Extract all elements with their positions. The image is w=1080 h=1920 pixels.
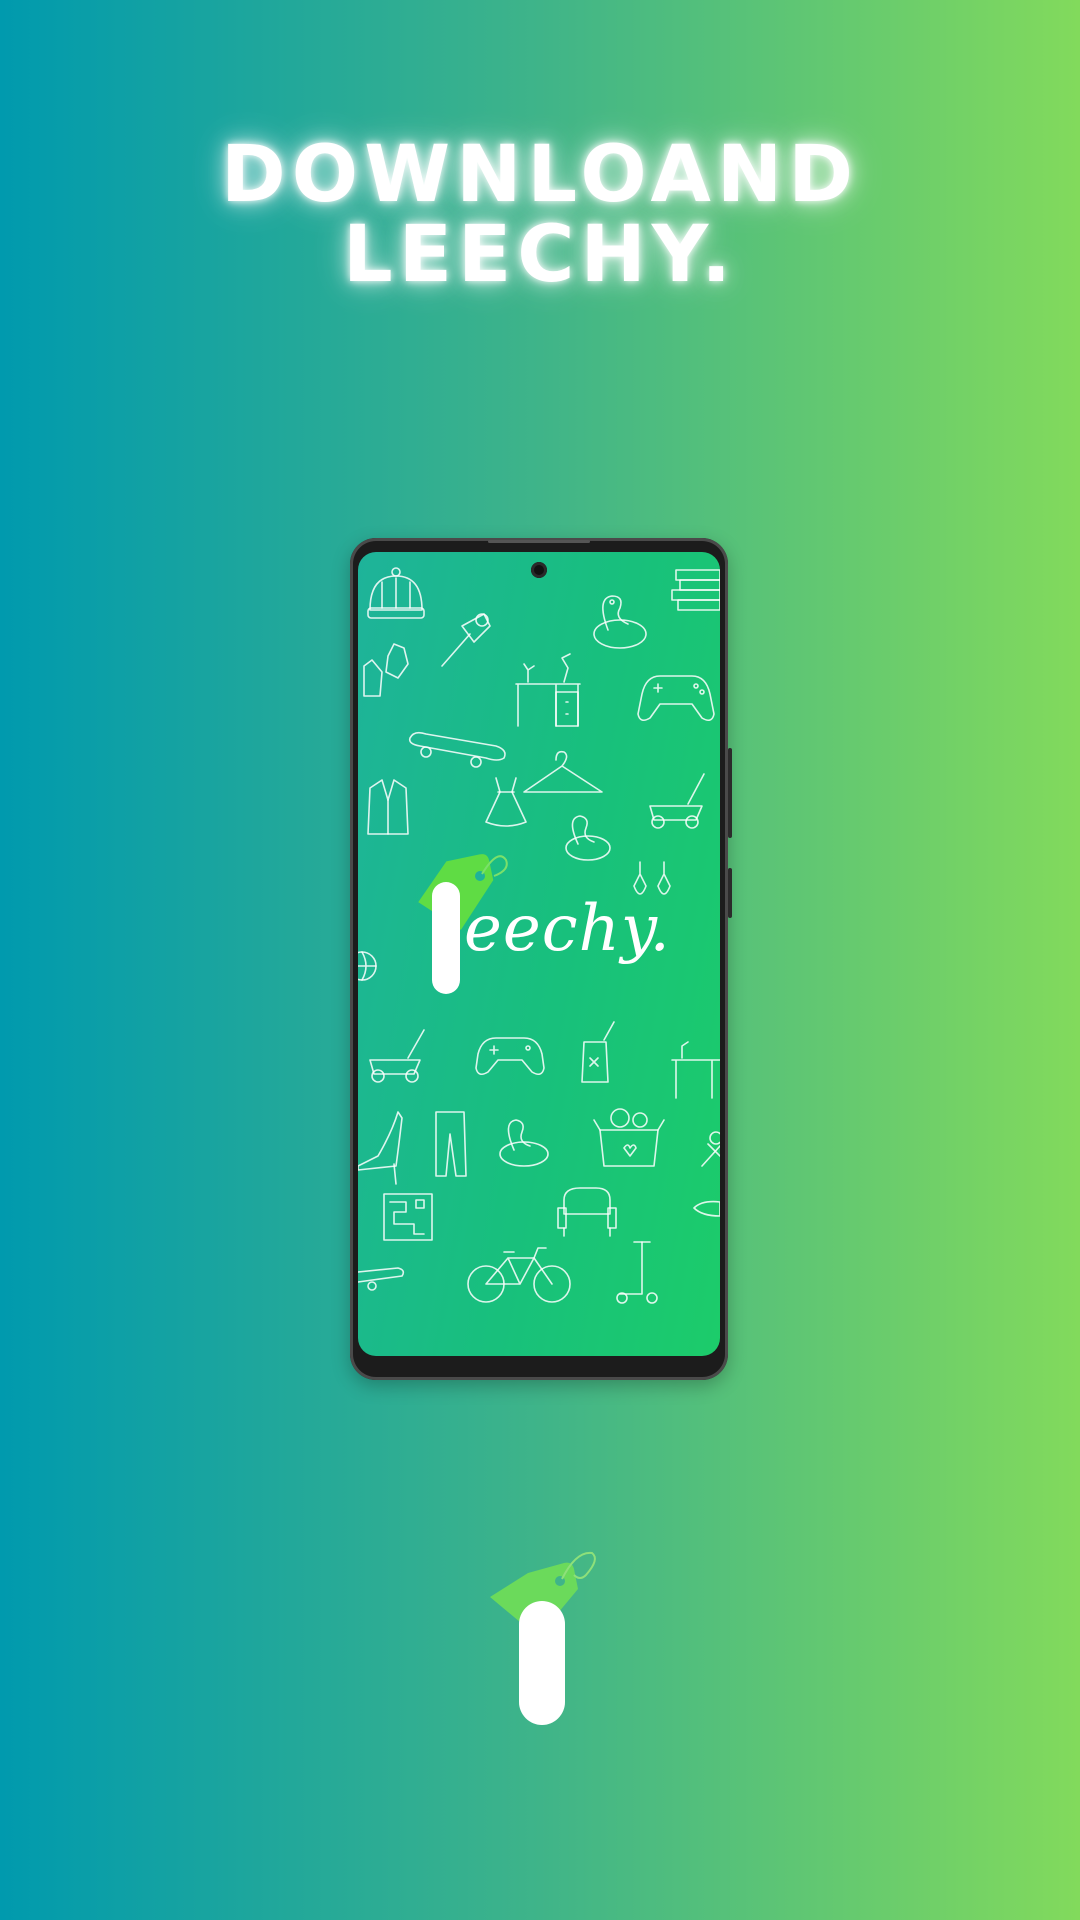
headline-line-2: LEECHY. xyxy=(343,210,737,300)
toy-box-icon xyxy=(593,1108,665,1167)
power-button xyxy=(728,868,732,918)
heels-icon xyxy=(358,1111,403,1185)
jar-icon xyxy=(581,1021,615,1083)
brand-mark-letter-l xyxy=(519,1601,565,1725)
front-camera xyxy=(531,562,547,578)
skateboard-icon xyxy=(358,1267,405,1291)
logo-letter-l xyxy=(432,882,460,994)
tools-icon xyxy=(693,1200,720,1217)
armchair-icon xyxy=(557,1187,617,1237)
jeans-icon xyxy=(435,1111,467,1177)
leaf-blower-icon xyxy=(441,613,491,667)
app-splash-screen: eechy. xyxy=(358,552,720,1356)
phone-speaker xyxy=(488,540,590,543)
gamepad-icon xyxy=(475,1037,545,1076)
gloves-icon xyxy=(363,643,409,697)
phone-mockup: eechy. xyxy=(350,538,732,1380)
volume-button xyxy=(728,748,732,838)
board-game-icon xyxy=(383,1193,433,1241)
bicycle-icon xyxy=(467,1247,571,1303)
basketball-icon xyxy=(358,951,377,981)
dress-icon xyxy=(485,777,527,827)
desk-icon xyxy=(515,653,581,727)
headline-line-1: DOWNLOAND xyxy=(221,130,859,220)
jacket-icon xyxy=(367,779,409,835)
lawn-mower-icon xyxy=(369,1029,425,1083)
books-icon xyxy=(671,569,720,611)
brand-mark xyxy=(488,1545,608,1785)
flamingo-float-icon xyxy=(593,595,647,649)
logo-wordmark: eechy. xyxy=(464,892,671,966)
skateboard-icon xyxy=(408,731,506,768)
beanie-icon xyxy=(367,567,425,619)
tools-icon xyxy=(701,1131,720,1167)
flamingo-float-icon xyxy=(499,1119,549,1167)
scooter-icon xyxy=(616,1241,658,1304)
desk-icon xyxy=(671,1041,720,1099)
lawn-mower-icon xyxy=(649,773,705,829)
hanger-icon xyxy=(523,750,603,793)
app-logo: eechy. xyxy=(402,842,682,994)
gamepad-icon xyxy=(637,675,715,722)
headline: DOWNLOAND LEECHY. xyxy=(0,135,1080,295)
